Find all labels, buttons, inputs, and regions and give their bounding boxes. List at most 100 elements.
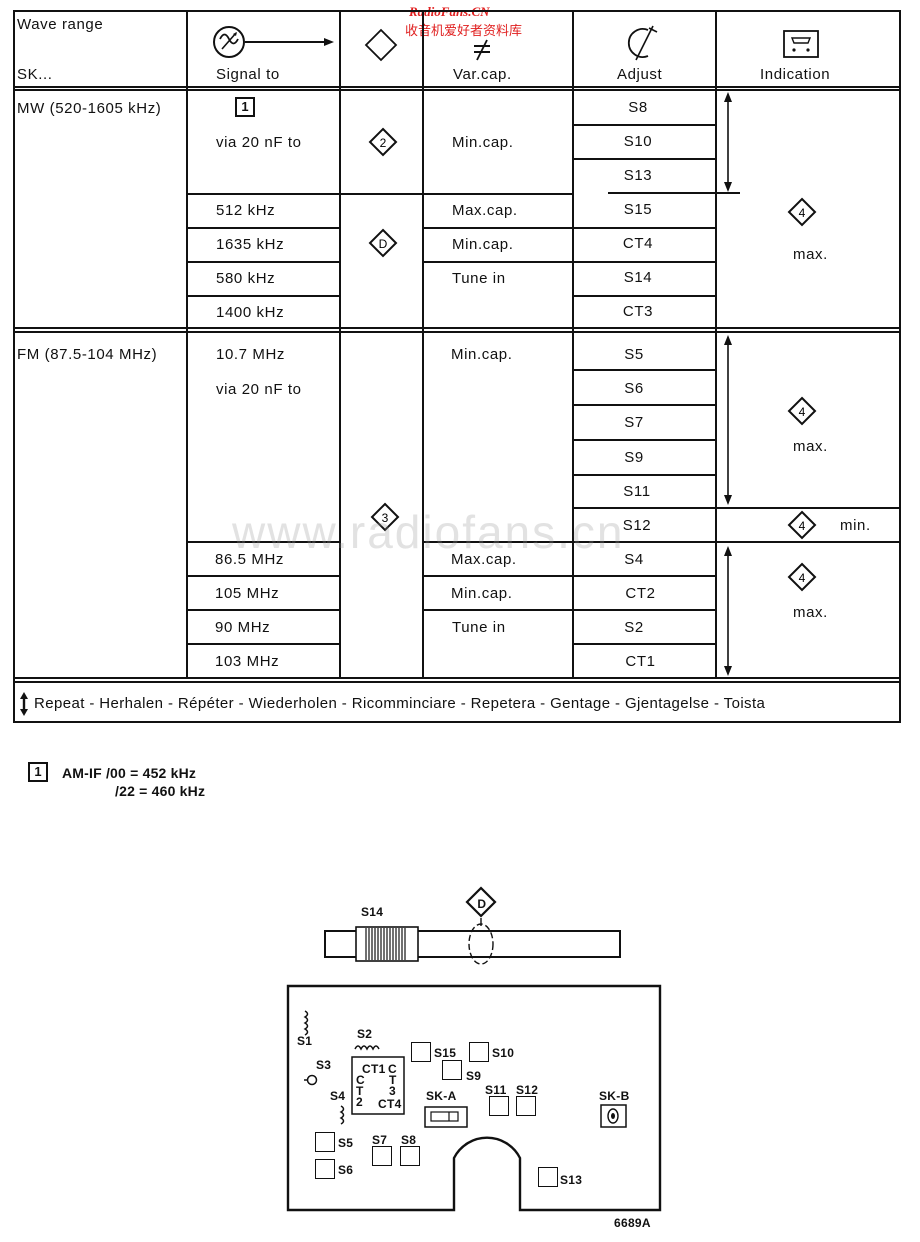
- meter-icon: [783, 30, 819, 63]
- header-divider: [13, 86, 901, 88]
- fm-adjust: S5: [624, 346, 644, 363]
- column-divider: [339, 10, 341, 679]
- svg-text:D: D: [379, 237, 388, 251]
- fm-adjust: S11: [623, 483, 651, 500]
- header-var-cap: Var.cap.: [453, 66, 512, 83]
- row-divider: [573, 609, 716, 611]
- row-divider: [423, 261, 573, 263]
- footnote-line1: AM-IF /00 = 452 kHz: [62, 765, 197, 781]
- section-divider: [13, 327, 901, 329]
- label-s4: S4: [330, 1089, 346, 1103]
- measure-point-4: 4: [787, 562, 817, 597]
- label-ct3-n: 3: [389, 1084, 396, 1098]
- pad-s7: [372, 1146, 392, 1166]
- header-indication: Indication: [760, 66, 831, 83]
- fm-adjust: S2: [624, 619, 644, 636]
- row-divider: [187, 295, 340, 297]
- fm-signal-if: 10.7 MHz: [216, 346, 285, 363]
- row-divider: [573, 575, 716, 577]
- header-sk: SK...: [17, 66, 53, 83]
- pad-s5: [315, 1132, 335, 1152]
- pad-s10: [469, 1042, 489, 1062]
- fm-adjust: CT1: [625, 653, 656, 670]
- measure-point-4: 4: [787, 396, 817, 431]
- row-divider: [573, 261, 716, 263]
- fm-signal: 103 MHz: [215, 653, 280, 670]
- fm-indication-max: max.: [793, 438, 828, 455]
- mw-varcap: Min.cap.: [452, 236, 514, 253]
- pad-s13: [538, 1167, 558, 1187]
- pad-s8: [400, 1146, 420, 1166]
- header-adjust: Adjust: [617, 66, 663, 83]
- mw-signal: 580 kHz: [216, 270, 276, 287]
- label-s1: S1: [297, 1034, 313, 1048]
- label-ct4: CT4: [378, 1097, 402, 1111]
- mw-adjust: S10: [623, 133, 653, 150]
- fm-adjust: S7: [624, 414, 644, 431]
- footnote-line2: /22 = 460 kHz: [115, 783, 206, 799]
- column-divider: [186, 10, 188, 679]
- repeat-arrow-icon: [722, 546, 734, 681]
- measure-point-4: 4: [787, 197, 817, 232]
- row-divider: [423, 609, 573, 611]
- rod-point-label: D: [477, 897, 487, 911]
- table-border: [13, 10, 15, 723]
- column-divider: [422, 10, 424, 679]
- label-ct2-n: 2: [356, 1095, 363, 1109]
- mw-via: via 20 nF to: [216, 134, 302, 151]
- mw-adjust: S14: [623, 269, 653, 286]
- mw-range: MW (520-1605 kHz): [17, 100, 162, 117]
- label-ct1: CT1: [362, 1062, 386, 1076]
- label-s14: S14: [361, 905, 384, 919]
- fm-signal: 90 MHz: [215, 619, 271, 636]
- mw-signal: 1400 kHz: [216, 304, 285, 321]
- row-divider: [423, 575, 573, 577]
- section-divider: [13, 677, 901, 679]
- signal-generator-icon: [212, 25, 338, 64]
- label-s2: S2: [357, 1027, 373, 1041]
- fm-varcap: Min.cap.: [451, 585, 513, 602]
- label-s15: S15: [434, 1046, 457, 1060]
- column-divider: [715, 10, 717, 679]
- label-skb: SK-B: [599, 1089, 630, 1103]
- row-divider: [573, 439, 716, 441]
- label-s3: S3: [316, 1058, 332, 1072]
- fm-signal: 105 MHz: [215, 585, 280, 602]
- row-divider: [573, 643, 716, 645]
- row-divider: [573, 158, 716, 160]
- row-divider: [423, 193, 573, 195]
- fm-varcap: Tune in: [452, 619, 506, 636]
- row-divider: [573, 227, 716, 229]
- pad-s9: [442, 1060, 462, 1080]
- svg-text:4: 4: [799, 206, 806, 220]
- pad-s15: [411, 1042, 431, 1062]
- repeat-arrow-icon: [722, 92, 734, 197]
- row-divider: [187, 261, 340, 263]
- reference-box: 1: [235, 97, 255, 117]
- pad-s6: [315, 1159, 335, 1179]
- measure-point-icon: [364, 28, 398, 67]
- row-divider: [187, 609, 340, 611]
- label-s10: S10: [492, 1046, 515, 1060]
- measure-point-4: 4: [787, 510, 817, 545]
- variable-capacitor-icon: [470, 38, 494, 67]
- label-s8: S8: [401, 1133, 417, 1147]
- mw-varcap: Tune in: [452, 270, 506, 287]
- header-wave-range: Wave range: [17, 16, 104, 33]
- fm-via: via 20 nF to: [216, 381, 302, 398]
- repeat-note: Repeat - Herhalen - Répéter - Wiederhole…: [34, 695, 766, 712]
- row-divider: [573, 404, 716, 406]
- row-divider: [423, 227, 573, 229]
- measure-point-2: 2: [368, 127, 398, 162]
- repeat-arrow-icon: [722, 335, 734, 510]
- label-s11: S11: [485, 1083, 507, 1097]
- table-border: [13, 721, 901, 723]
- fm-range: FM (87.5-104 MHz): [17, 346, 158, 363]
- mw-adjust: CT4: [622, 235, 654, 252]
- svg-text:2: 2: [380, 136, 387, 150]
- fm-adjust: CT2: [625, 585, 656, 602]
- row-divider: [573, 474, 716, 476]
- svg-text:4: 4: [799, 405, 806, 419]
- mw-signal: 512 kHz: [216, 202, 276, 219]
- header-divider: [13, 89, 901, 91]
